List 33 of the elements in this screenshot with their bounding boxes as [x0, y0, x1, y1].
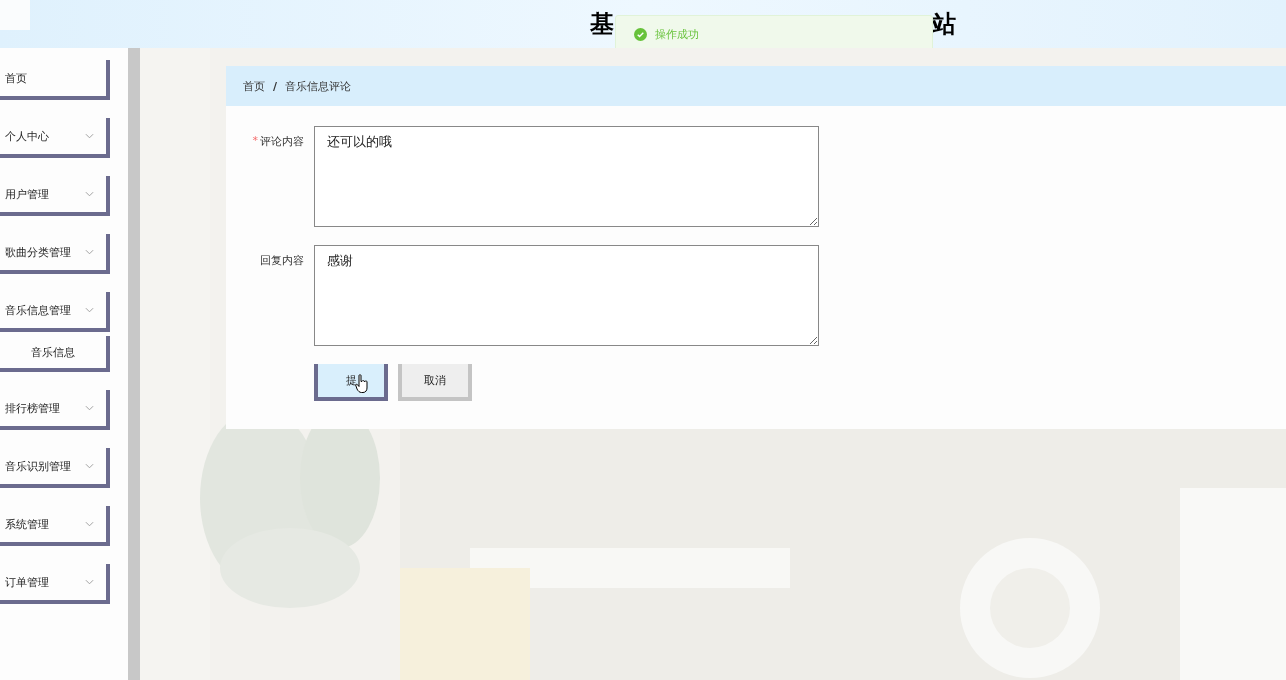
breadcrumb-item[interactable]: 首页: [243, 78, 265, 94]
chevron-down-icon: [85, 249, 94, 255]
menu-item[interactable]: 音乐信息管理: [0, 292, 110, 332]
chevron-down-icon: [85, 521, 94, 527]
menu-item[interactable]: 音乐识别管理: [0, 448, 110, 488]
chevron-down-icon: [85, 133, 94, 139]
menu-item[interactable]: 排行榜管理: [0, 390, 110, 430]
toast-message: 操作成功: [655, 26, 699, 42]
check-circle-icon: [634, 27, 647, 41]
required-mark: *: [252, 134, 258, 149]
menu-item[interactable]: 系统管理: [0, 506, 110, 546]
text-area[interactable]: 还可以的哦: [314, 126, 819, 227]
menu-item[interactable]: 首页: [0, 60, 110, 100]
menu-item[interactable]: 个人中心: [0, 118, 110, 158]
breadcrumb-item: 音乐信息评论: [285, 78, 352, 94]
chevron-down-icon: [85, 191, 94, 197]
menu-item[interactable]: 歌曲分类管理: [0, 234, 110, 274]
chevron-down-icon: [85, 579, 94, 585]
cancel-button[interactable]: 取消: [398, 364, 472, 401]
submenu-item[interactable]: 音乐信息: [0, 336, 110, 372]
site-title: 站: [932, 9, 956, 38]
menu-item[interactable]: 订单管理: [0, 564, 110, 604]
chevron-down-icon: [85, 307, 94, 313]
breadcrumb-separator: /: [273, 79, 278, 93]
submit-button[interactable]: 提: [314, 364, 388, 401]
chevron-down-icon: [85, 463, 94, 469]
hand-cursor-icon: [355, 374, 369, 394]
menu-item[interactable]: 用户管理: [0, 176, 110, 216]
site-title: 基: [590, 9, 614, 38]
field-label: 回复内容: [260, 253, 304, 269]
text-area[interactable]: 感谢: [314, 245, 819, 346]
field-label: 评论内容: [260, 134, 304, 150]
chevron-down-icon: [85, 405, 94, 411]
